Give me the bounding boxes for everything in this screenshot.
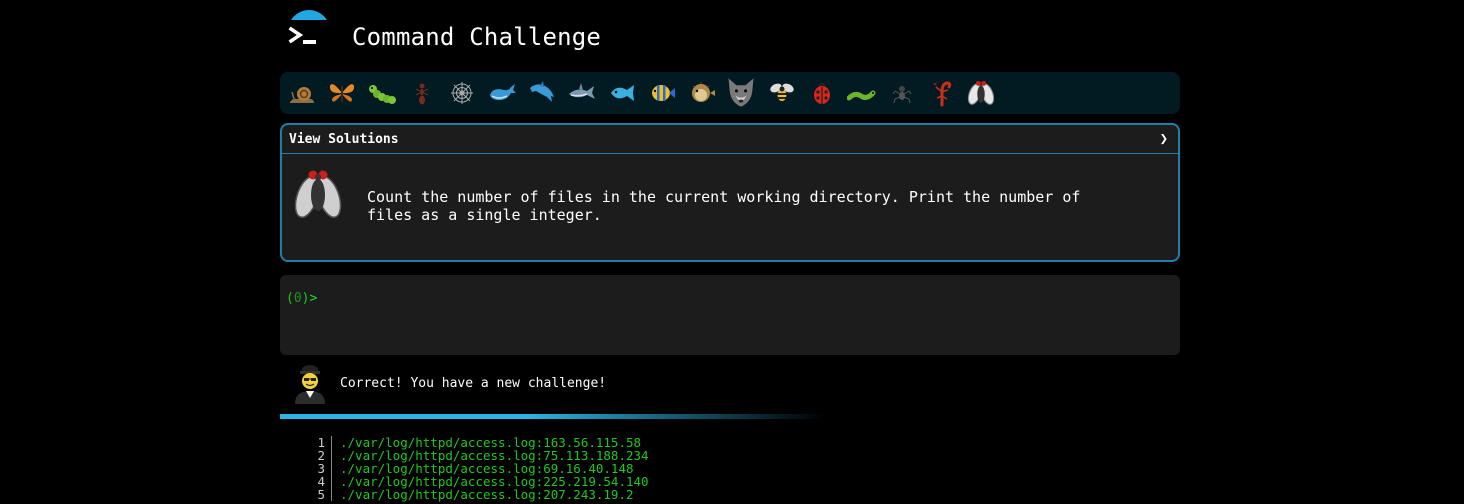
ant-icon[interactable] <box>407 78 437 108</box>
worm-icon[interactable] <box>847 78 877 108</box>
challenge-creature-bar <box>280 72 1180 114</box>
fly-icon <box>294 170 342 218</box>
tropical-fish-icon[interactable] <box>647 78 677 108</box>
prompt-counter: 0 <box>293 291 302 306</box>
shark-icon[interactable] <box>567 78 597 108</box>
status-message: Correct! You have a new challenge! <box>340 376 607 391</box>
whale-icon[interactable] <box>487 78 517 108</box>
butterfly-icon[interactable] <box>327 78 357 108</box>
challenge-description: Count the number of files in the current… <box>367 188 1081 224</box>
list-item: 5 ./var/log/httpd/access.log:207.243.19.2 <box>317 487 634 502</box>
logo-icon[interactable] <box>288 10 330 54</box>
spiderweb-icon[interactable] <box>447 78 477 108</box>
command-output: 1 ./var/log/httpd/access.log:163.56.115.5… <box>280 436 1180 501</box>
page-title: Command Challenge <box>352 23 602 51</box>
view-solutions-title[interactable]: View Solutions <box>289 132 399 147</box>
terminal-input[interactable]: (0)> <box>280 275 1180 355</box>
chevron-right-icon[interactable]: ❯ <box>1160 131 1168 147</box>
app: Command Challenge View Solutions ❯ Count… <box>280 0 1180 501</box>
dolphin-icon[interactable] <box>527 78 557 108</box>
header: Command Challenge <box>280 0 1180 70</box>
progress-bar <box>280 414 825 419</box>
fish-icon[interactable] <box>607 78 637 108</box>
snail-icon[interactable] <box>287 78 317 108</box>
caterpillar-icon[interactable] <box>367 78 397 108</box>
scorpion-icon[interactable] <box>927 78 957 108</box>
bee-icon[interactable] <box>767 78 797 108</box>
terminal-prompt: (0)> <box>286 291 318 306</box>
blowfish-icon[interactable] <box>687 78 717 108</box>
ladybug-icon[interactable] <box>807 78 837 108</box>
spider-icon[interactable] <box>887 78 917 108</box>
wolf-icon[interactable] <box>724 74 758 110</box>
avatar <box>295 365 325 404</box>
challenge-panel: View Solutions ❯ Count the number of fil… <box>280 123 1180 262</box>
fly-icon[interactable] <box>965 76 997 110</box>
view-solutions-header[interactable]: View Solutions ❯ <box>282 125 1178 154</box>
